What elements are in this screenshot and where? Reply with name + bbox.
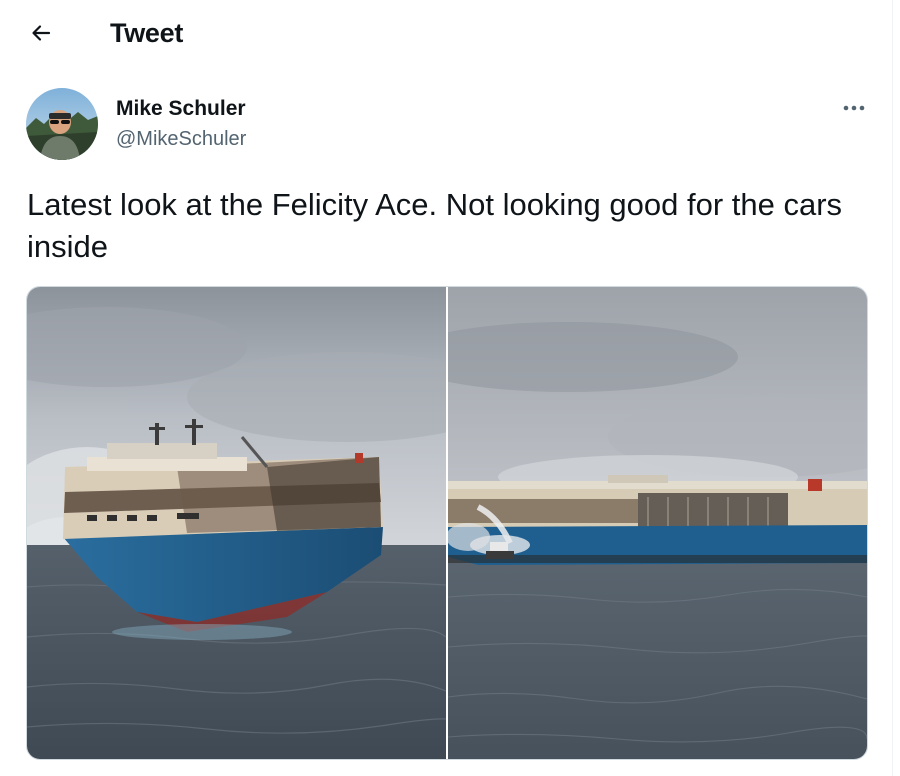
more-options-button[interactable]	[836, 94, 872, 122]
arrow-left-icon	[32, 25, 51, 41]
more-horizontal-icon	[843, 105, 865, 111]
page-title: Tweet	[110, 18, 184, 48]
author-display-name[interactable]: Mike Schuler	[116, 96, 246, 122]
tweet-text: Latest look at the Felicity Ace. Not loo…	[27, 187, 843, 264]
tweet-media	[26, 286, 868, 760]
back-button[interactable]	[22, 14, 60, 52]
tweet-photo-2[interactable]	[448, 287, 867, 759]
top-bar: Tweet	[0, 0, 893, 66]
author-handle[interactable]: @MikeSchuler	[116, 126, 246, 152]
tweet-page: Tweet Mike Schuler @MikeSchuler Latest l…	[0, 0, 893, 776]
tweet-photo-1[interactable]	[27, 287, 446, 759]
avatar[interactable]	[26, 88, 98, 160]
